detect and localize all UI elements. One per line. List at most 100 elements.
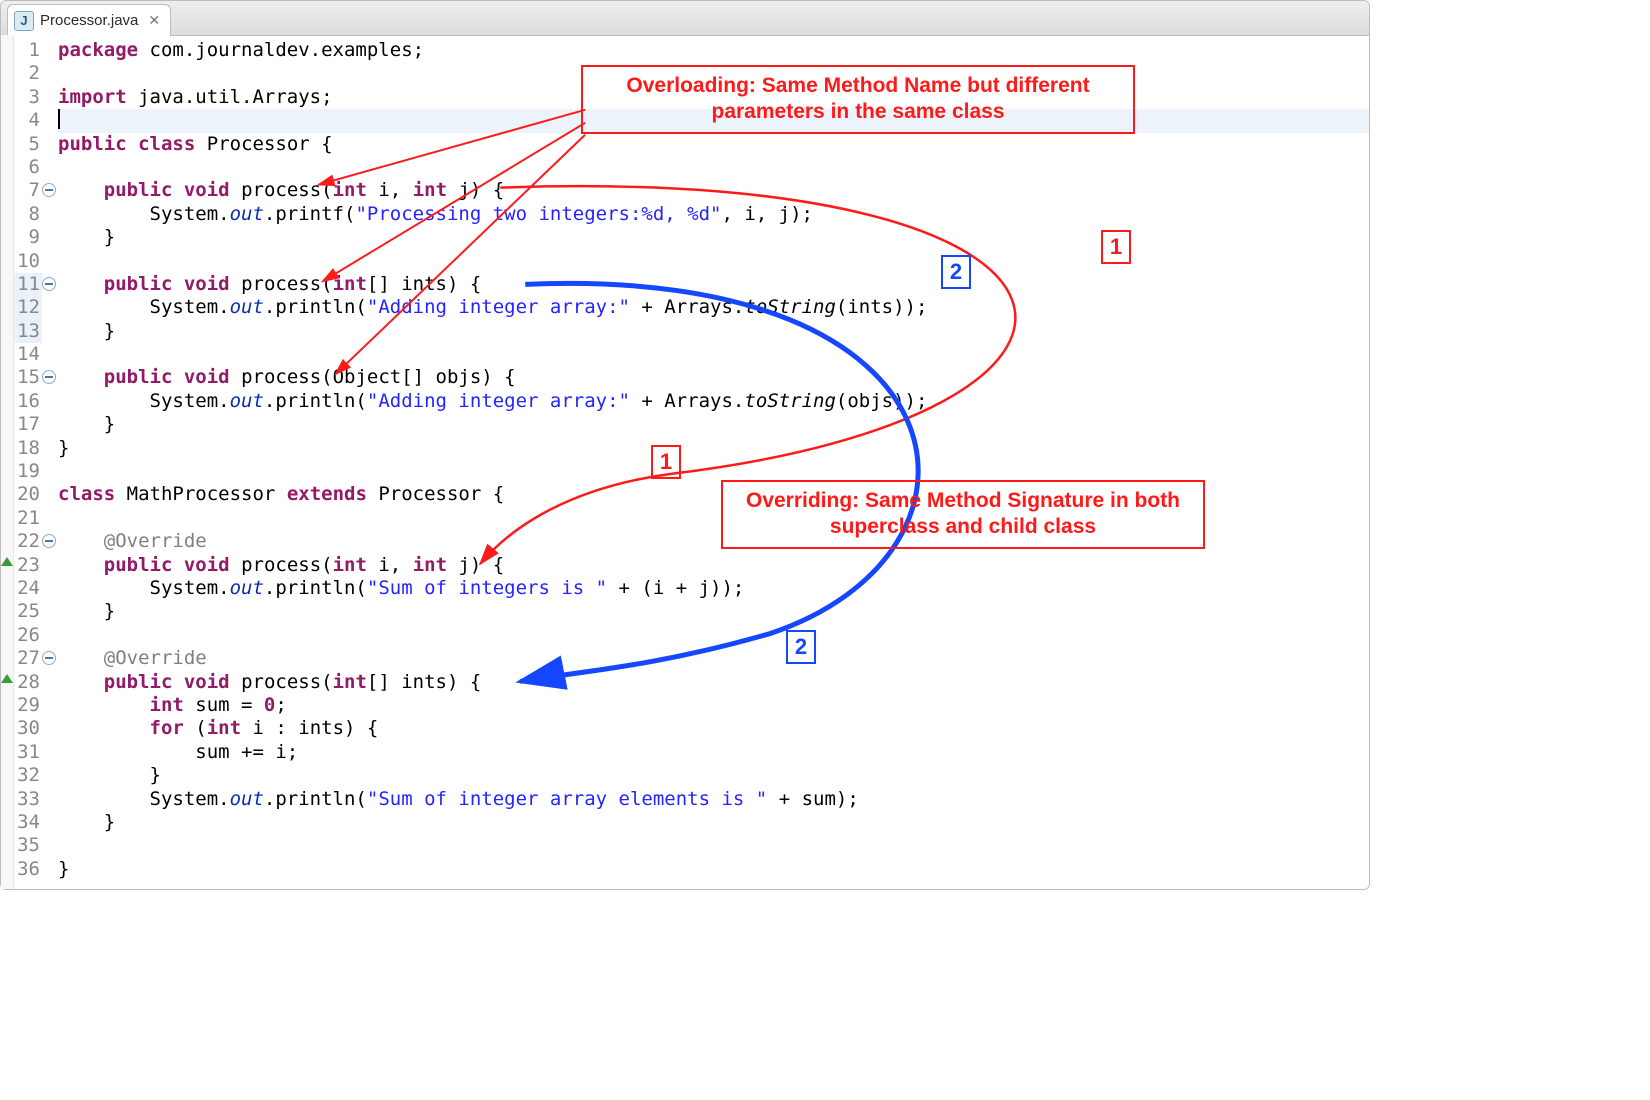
code-line[interactable] [58, 834, 1369, 857]
token-kw: void [184, 554, 230, 576]
token-kw: void [184, 179, 230, 201]
code-line[interactable]: } [58, 413, 1369, 436]
token-kw: class [58, 483, 115, 505]
token-pun: System. [58, 390, 230, 412]
token-pun: i, [367, 554, 413, 576]
fold-slot [42, 366, 58, 389]
tab-processor-java[interactable]: J Processor.java ✕ [7, 4, 171, 37]
code-line[interactable]: System.out.println("Adding integer array… [58, 390, 1369, 413]
token-pun: ; [275, 694, 286, 716]
fold-toggle-icon[interactable] [42, 183, 56, 197]
fold-slot [42, 250, 58, 273]
code-line[interactable]: package com.journaldev.examples; [58, 39, 1369, 62]
code-line[interactable]: System.out.printf("Processing two intege… [58, 203, 1369, 226]
token-pun: System. [58, 577, 230, 599]
fold-slot [42, 764, 58, 787]
marker-slot [1, 269, 13, 292]
fold-toggle-icon[interactable] [42, 534, 56, 548]
code-line[interactable] [58, 507, 1369, 530]
code-line[interactable]: public void process(int i, int j) { [58, 179, 1369, 202]
code-line[interactable]: public void process(int[] ints) { [58, 671, 1369, 694]
token-pun: + (i + j)); [607, 577, 744, 599]
fold-slot [42, 343, 58, 366]
code-line[interactable] [58, 624, 1369, 647]
marker-slot [1, 82, 13, 105]
marker-slot [1, 784, 13, 807]
line-number-gutter: 1234567891011121314151617181920212223242… [14, 35, 42, 889]
code-line[interactable]: } [58, 764, 1369, 787]
token-str: "Sum of integers is " [367, 577, 607, 599]
line-number: 17 [14, 413, 42, 436]
fold-slot [42, 320, 58, 343]
line-number: 5 [14, 133, 42, 156]
fold-toggle-icon[interactable] [42, 651, 56, 665]
marker-slot [1, 152, 13, 175]
token-str: "Adding integer array:" [367, 296, 630, 318]
code-line[interactable] [58, 109, 1369, 132]
code-line[interactable] [58, 250, 1369, 273]
token-pun: i : ints) { [241, 717, 378, 739]
marker-slot [1, 409, 13, 432]
fold-slot [42, 717, 58, 740]
marker-slot [1, 503, 13, 526]
code-line[interactable]: sum += i; [58, 741, 1369, 764]
code-line[interactable]: public void process(int i, int j) { [58, 554, 1369, 577]
fold-slot [42, 390, 58, 413]
code-line[interactable] [58, 343, 1369, 366]
token-pun: j) { [447, 179, 504, 201]
token-pun: [] ints) { [367, 671, 481, 693]
token-kw: public [104, 179, 173, 201]
code-line[interactable]: public void process(Object[] objs) { [58, 366, 1369, 389]
close-icon[interactable]: ✕ [148, 12, 160, 29]
token-sfld: out [230, 788, 264, 810]
code-line[interactable]: @Override [58, 530, 1369, 553]
token-pun [115, 483, 126, 505]
code-editor[interactable]: 1234567891011121314151617181920212223242… [1, 35, 1369, 889]
code-line[interactable]: } [58, 437, 1369, 460]
code-line[interactable]: } [58, 226, 1369, 249]
override-marker-icon[interactable] [1, 557, 13, 566]
fold-slot [42, 86, 58, 109]
code-line[interactable]: @Override [58, 647, 1369, 670]
code-line[interactable]: System.out.println("Adding integer array… [58, 296, 1369, 319]
code-line[interactable]: } [58, 320, 1369, 343]
token-sfld: out [230, 296, 264, 318]
marker-slot [1, 830, 13, 853]
fold-slot [42, 577, 58, 600]
token-pun [127, 86, 138, 108]
override-marker-icon[interactable] [1, 674, 13, 683]
fold-toggle-icon[interactable] [42, 370, 56, 384]
marker-slot [1, 129, 13, 152]
marker-slot [1, 433, 13, 456]
line-number: 32 [14, 764, 42, 787]
marker-slot [1, 292, 13, 315]
code-line[interactable]: int sum = 0; [58, 694, 1369, 717]
line-number: 13 [14, 320, 42, 343]
token-pun [58, 647, 104, 669]
code-line[interactable]: public class Processor { [58, 133, 1369, 156]
code-line[interactable]: } [58, 811, 1369, 834]
fold-slot [42, 437, 58, 460]
token-pun [230, 554, 241, 576]
code-line[interactable]: } [58, 858, 1369, 881]
token-pun: j) { [447, 554, 504, 576]
marker-slot [1, 246, 13, 269]
line-number: 9 [14, 226, 42, 249]
token-pun: + sum); [767, 788, 859, 810]
code-area[interactable]: package com.journaldev.examples; import j… [58, 35, 1369, 889]
code-line[interactable] [58, 62, 1369, 85]
line-number: 15 [14, 366, 42, 389]
code-line[interactable]: for (int i : ints) { [58, 717, 1369, 740]
fold-toggle-icon[interactable] [42, 277, 56, 291]
code-line[interactable]: System.out.println("Sum of integer array… [58, 788, 1369, 811]
line-number: 29 [14, 694, 42, 717]
code-line[interactable] [58, 156, 1369, 179]
code-line[interactable]: class MathProcessor extends Processor { [58, 483, 1369, 506]
code-line[interactable]: System.out.println("Sum of integers is "… [58, 577, 1369, 600]
code-line[interactable]: } [58, 600, 1369, 623]
marker-slot [1, 667, 13, 690]
code-line[interactable]: import java.util.Arrays; [58, 86, 1369, 109]
code-line[interactable]: public void process(int[] ints) { [58, 273, 1369, 296]
code-line[interactable] [58, 460, 1369, 483]
fold-slot [42, 39, 58, 62]
